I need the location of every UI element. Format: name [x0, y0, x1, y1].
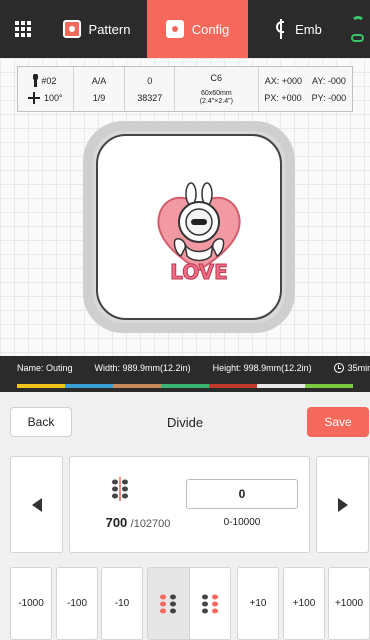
stitch-current: 0 [147, 75, 153, 86]
py-value: PY: -000 [311, 92, 347, 103]
ratio-top: A/A [91, 75, 107, 86]
needle-icon [33, 74, 39, 87]
value-range: 0-10000 [223, 517, 261, 528]
thread-color-segment [161, 384, 209, 388]
hoop-frame: LOVE [83, 121, 295, 333]
clock-icon [333, 363, 344, 373]
stitch-column: 0 38327 [125, 67, 176, 111]
design-name: Name: Outing [17, 363, 73, 373]
stitch-red-left-icon [160, 594, 177, 613]
tab-emb-label: Emb [295, 21, 322, 37]
thread-color-bar [0, 380, 370, 392]
menu-button[interactable] [0, 0, 46, 58]
estimated-time: 35min [333, 363, 370, 373]
stitch-points-icon [112, 477, 128, 501]
pattern-icon [62, 20, 81, 38]
step-minus-1000-button[interactable]: -1000 [10, 567, 52, 640]
divide-toolbar: Back Divide Save [0, 392, 370, 448]
config-icon [165, 20, 184, 38]
needle-icon [275, 19, 287, 39]
step-plus-10-button[interactable]: +10 [237, 567, 279, 640]
divide-mode-toggle [147, 567, 231, 640]
design-width: Width: 989.9mm(12.2in) [94, 363, 191, 373]
thread-color-segment [209, 384, 257, 388]
position-column: AX: +000 AY: -000 PX: +000 PY: -000 [259, 67, 352, 111]
page-title: Divide [166, 414, 204, 430]
tab-config-label: Config [191, 21, 230, 37]
previous-button[interactable] [10, 456, 63, 553]
divide-position-panel: 700 /102700 0 0-10000 [69, 456, 310, 553]
divide-number-input[interactable]: 0 [186, 479, 298, 509]
tab-emb[interactable]: Emb [248, 0, 349, 58]
design-text: LOVE [170, 260, 228, 284]
machine-info-panel: #02 100° A/A 1/9 0 38327 C6 60x60mm (2.4… [17, 66, 353, 112]
step-minus-100-button[interactable]: -100 [56, 567, 98, 640]
stitch-red-right-icon [201, 594, 218, 613]
tab-pattern[interactable]: Pattern [46, 0, 147, 58]
mode-left-button[interactable] [148, 568, 190, 639]
arrow-right-icon [337, 497, 348, 512]
stitch-count: 700 /102700 [88, 515, 188, 530]
step-plus-100-button[interactable]: +100 [283, 567, 325, 640]
stitch-total: 38327 [137, 92, 163, 103]
needle-column: #02 100° [18, 67, 74, 111]
divide-panel: Back Divide Save 700 /102700 0 0-10000 -… [0, 392, 370, 640]
cloud-icon [351, 34, 364, 42]
angle-icon [28, 91, 41, 104]
top-bar: Pattern Config Emb [0, 0, 370, 58]
thread-color-segment [305, 384, 353, 388]
hoop-size-mm: 60x60mm [200, 89, 232, 97]
current-stitch: 700 [105, 515, 128, 530]
ratio-column: A/A 1/9 [74, 67, 126, 111]
status-area [349, 0, 365, 58]
px-value: PX: +000 [264, 92, 302, 103]
back-button[interactable]: Back [10, 407, 72, 437]
design-canvas[interactable]: #02 100° A/A 1/9 0 38327 C6 60x60mm (2.4… [0, 58, 370, 356]
hoop-area[interactable]: LOVE [96, 134, 282, 320]
thread-color-segment [257, 384, 305, 388]
total-stitch: /102700 [130, 518, 171, 530]
thread-color-segment [113, 384, 161, 388]
hoop-size-in: (2.4"×2.4") [199, 97, 233, 105]
wifi-icon [351, 16, 365, 30]
needle-number: #02 [41, 75, 57, 86]
arrow-left-icon [31, 497, 42, 512]
hoop-name: C6 [210, 73, 223, 83]
step-buttons-row: -1000 -100 -10 +10 +100 +1000 [0, 567, 370, 640]
design-info-strip: Name: Outing Width: 989.9mm(12.2in) Heig… [0, 356, 370, 380]
thread-color-segment [17, 384, 65, 388]
next-button[interactable] [316, 456, 369, 553]
embroidery-design[interactable]: LOVE [153, 182, 245, 284]
mode-right-button[interactable] [189, 568, 230, 639]
ratio-bottom: 1/9 [92, 92, 106, 103]
step-plus-1000-button[interactable]: +1000 [328, 567, 370, 640]
save-button[interactable]: Save [307, 407, 369, 437]
thread-color-segment [65, 384, 113, 388]
ay-value: AY: -000 [311, 75, 346, 86]
design-height: Height: 998.9mm(12.2in) [212, 363, 312, 373]
tab-pattern-label: Pattern [88, 21, 131, 37]
tab-config[interactable]: Config [147, 0, 248, 58]
ax-value: AX: +000 [264, 75, 302, 86]
grid-menu-icon [15, 21, 31, 37]
time-value: 35min [347, 363, 370, 373]
needle-angle: 100° [44, 92, 63, 103]
step-minus-10-button[interactable]: -10 [101, 567, 143, 640]
hoop-column: C6 60x60mm (2.4"×2.4") [175, 67, 259, 111]
